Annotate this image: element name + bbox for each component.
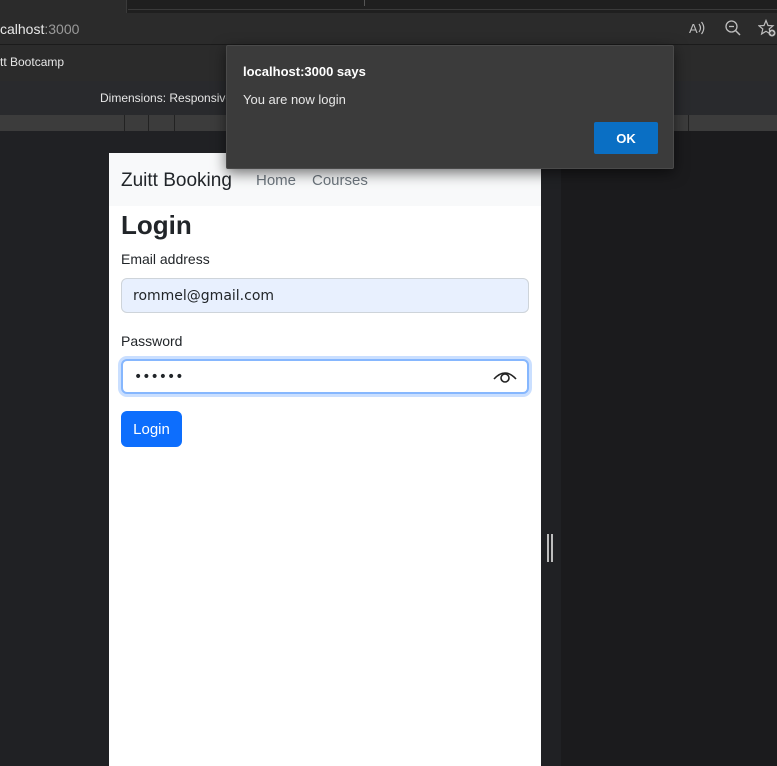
email-label: Email address: [121, 251, 210, 267]
browser-tab[interactable]: [0, 0, 127, 13]
tab-divider: [364, 0, 365, 6]
url-text[interactable]: calhost:3000: [0, 21, 79, 37]
alert-dialog: localhost:3000 says You are now login OK: [226, 45, 674, 169]
dimensions-select[interactable]: Dimensions: Responsive: [100, 91, 232, 105]
svg-text:A: A: [689, 21, 698, 36]
navbar-brand[interactable]: Zuitt Booking: [121, 170, 232, 192]
page-title: Login: [121, 210, 192, 240]
nav-link-home[interactable]: Home: [256, 172, 296, 189]
password-label: Password: [121, 333, 183, 349]
address-bar[interactable]: calhost:3000 A: [0, 13, 777, 44]
password-field[interactable]: [121, 359, 529, 394]
nav-link-courses[interactable]: Courses: [312, 172, 368, 189]
ruler-mark: [688, 115, 689, 131]
reveal-password-icon[interactable]: [492, 367, 518, 385]
emulated-viewport: Zuitt Booking Home Courses Login Email a…: [109, 153, 541, 766]
dialog-title: localhost:3000 says: [243, 64, 366, 79]
tab-strip: [0, 0, 777, 13]
ruler-mark: [148, 115, 149, 131]
tab-strip-area: [128, 0, 777, 10]
favorite-link[interactable]: tt Bootcamp: [0, 55, 64, 69]
login-button[interactable]: Login: [121, 411, 182, 447]
resize-grip-line: [547, 534, 549, 562]
url-host: calhost: [0, 21, 45, 37]
favorite-add-icon[interactable]: [757, 18, 776, 37]
ruler-mark: [124, 115, 125, 131]
url-port: :3000: [44, 21, 80, 37]
ok-button[interactable]: OK: [594, 122, 658, 154]
ruler-mark: [174, 115, 175, 131]
read-aloud-icon[interactable]: A: [688, 19, 706, 37]
zoom-out-icon[interactable]: [724, 19, 742, 37]
dialog-message: You are now login: [243, 92, 346, 107]
email-field[interactable]: [121, 278, 529, 313]
viewport-resize-handle[interactable]: [547, 534, 554, 562]
resize-grip-line: [551, 534, 553, 562]
devtools-side-panel: [561, 131, 777, 766]
